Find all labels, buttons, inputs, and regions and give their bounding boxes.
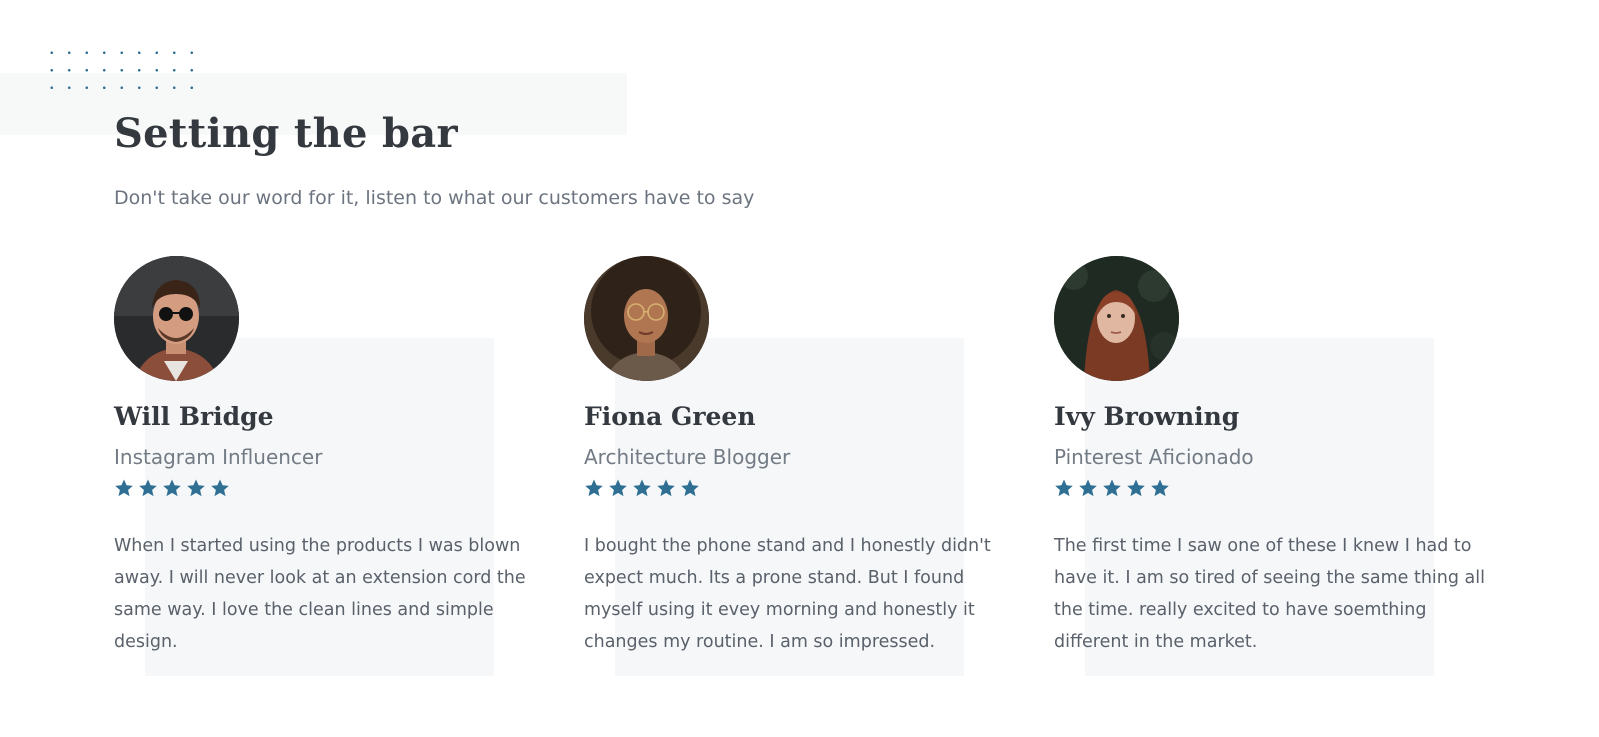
star-icon (585, 479, 603, 497)
avatar (114, 256, 239, 381)
testimonial-card: Ivy Browning Pinterest Aficionado The fi… (1054, 256, 1494, 676)
testimonial-role: Architecture Blogger (584, 445, 791, 469)
section-title: Setting the bar (114, 110, 458, 157)
testimonial-quote: I bought the phone stand and I honestly … (584, 536, 991, 652)
star-icon (139, 479, 157, 497)
star-icon (609, 479, 627, 497)
star-icon (681, 479, 699, 497)
star-icon (115, 479, 133, 497)
star-rating (1054, 478, 1170, 498)
star-rating (114, 478, 230, 498)
star-icon (187, 479, 205, 497)
star-icon (1127, 479, 1145, 497)
testimonial-card: Fiona Green Architecture Blogger I bough… (584, 256, 1024, 676)
testimonial-name: Fiona Green (584, 402, 756, 431)
testimonial-role: Pinterest Aficionado (1054, 445, 1254, 469)
avatar-portrait-icon (1054, 256, 1179, 381)
section-subtitle: Don't take our word for it, listen to wh… (114, 187, 755, 209)
star-rating (584, 478, 700, 498)
testimonial-card: Will Bridge Instagram Influencer When I … (114, 256, 554, 676)
star-icon (1079, 479, 1097, 497)
dot-pattern-decoration (43, 44, 193, 104)
star-icon (211, 479, 229, 497)
testimonial-name: Ivy Browning (1054, 402, 1240, 431)
avatar-portrait-icon (114, 256, 239, 381)
testimonial-quote: The first time I saw one of these I knew… (1054, 536, 1485, 652)
star-icon (1151, 479, 1169, 497)
star-icon (163, 479, 181, 497)
testimonial-quote: When I started using the products I was … (114, 536, 526, 652)
star-icon (633, 479, 651, 497)
testimonial-role: Instagram Influencer (114, 445, 323, 469)
star-icon (1055, 479, 1073, 497)
testimonial-name: Will Bridge (114, 402, 274, 431)
star-icon (657, 479, 675, 497)
star-icon (1103, 479, 1121, 497)
avatar (1054, 256, 1179, 381)
avatar (584, 256, 709, 381)
avatar-portrait-icon (584, 256, 709, 381)
